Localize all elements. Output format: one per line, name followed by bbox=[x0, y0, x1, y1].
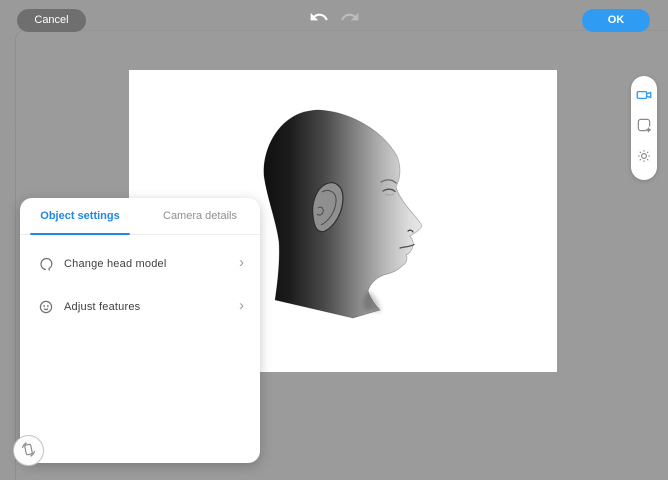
redo-arrow-icon bbox=[339, 7, 361, 27]
adjust-features-item[interactable]: Adjust features › bbox=[20, 285, 260, 328]
cancel-button[interactable]: Cancel bbox=[17, 9, 86, 32]
tab-object-settings[interactable]: Object settings bbox=[20, 198, 140, 235]
undo-arrow-icon bbox=[308, 7, 330, 27]
video-camera-icon bbox=[635, 86, 653, 109]
chevron-right-icon: › bbox=[239, 297, 244, 314]
rotate-canvas-icon bbox=[19, 440, 38, 462]
redo-button[interactable] bbox=[339, 6, 361, 28]
face-features-icon bbox=[37, 298, 54, 315]
undo-button[interactable] bbox=[308, 6, 330, 28]
item-label: Adjust features bbox=[64, 300, 141, 313]
editor-screen: Cancel OK Object settings Camera details… bbox=[0, 0, 668, 480]
chevron-right-icon: › bbox=[239, 254, 244, 271]
ok-button[interactable]: OK bbox=[582, 9, 650, 32]
transform-tool-button[interactable] bbox=[633, 117, 655, 139]
camera-tool-button[interactable] bbox=[633, 86, 655, 108]
change-head-model-item[interactable]: Change head model › bbox=[20, 242, 260, 285]
tab-camera-details[interactable]: Camera details bbox=[140, 198, 260, 234]
item-label: Change head model bbox=[64, 257, 167, 270]
viewport-toolbar bbox=[631, 76, 657, 180]
settings-panel: Object settings Camera details Change he… bbox=[20, 198, 260, 463]
rotate-canvas-button[interactable] bbox=[13, 435, 44, 466]
brightness-icon bbox=[635, 147, 653, 170]
panel-tabs: Object settings Camera details bbox=[20, 198, 260, 235]
head-outline-icon bbox=[37, 255, 54, 272]
transform-object-icon bbox=[635, 116, 653, 139]
brightness-tool-button[interactable] bbox=[633, 148, 655, 170]
